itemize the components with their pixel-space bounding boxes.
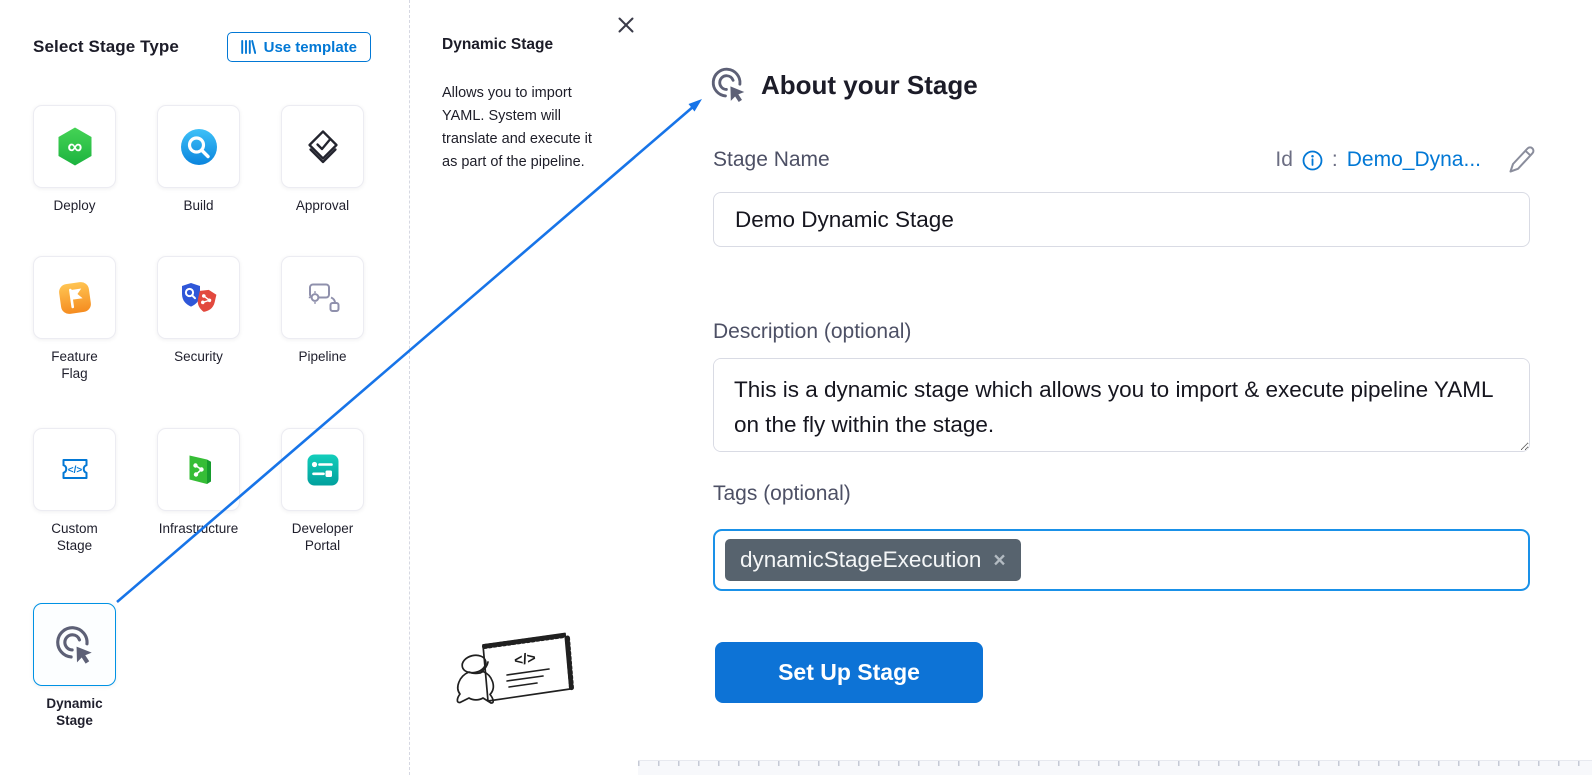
dynamic-stage-icon — [52, 622, 98, 668]
stage-tile-label: Dynamic Stage — [40, 695, 110, 729]
stage-tile-approval[interactable]: Approval — [281, 105, 364, 214]
svg-text:</>: </> — [513, 650, 537, 670]
description-textarea[interactable]: This is a dynamic stage which allows you… — [713, 358, 1530, 452]
custom-stage-icon: </> — [53, 448, 97, 492]
stage-tile-dynamic-stage[interactable]: Dynamic Stage — [33, 603, 116, 729]
stage-name-input[interactable] — [713, 192, 1530, 247]
tag-chip-label: dynamicStageExecution — [740, 547, 981, 573]
help-panel-description: Allows you to import YAML. System will t… — [442, 82, 602, 174]
pencil-icon — [1506, 144, 1536, 176]
tag-chip: dynamicStageExecution × — [725, 539, 1021, 581]
infrastructure-icon — [177, 448, 221, 492]
tags-input[interactable]: dynamicStageExecution × — [713, 529, 1530, 591]
panel-title: Select Stage Type — [33, 37, 179, 57]
stage-tile-label: Security — [134, 348, 264, 365]
remove-tag-icon[interactable]: × — [993, 550, 1005, 571]
close-icon[interactable] — [616, 16, 636, 36]
stage-tile-label: Feature Flag — [40, 348, 110, 382]
presenter-illustration: </> — [447, 630, 597, 735]
stage-row-1: ∞ Deploy Build — [33, 105, 364, 214]
stage-name-label: Stage Name — [713, 148, 830, 172]
stage-tile-developer-portal[interactable]: Developer Portal — [281, 428, 364, 554]
pipeline-icon — [301, 276, 345, 320]
use-template-label: Use template — [264, 39, 357, 56]
info-icon[interactable] — [1302, 150, 1323, 171]
svg-text:∞: ∞ — [67, 135, 82, 158]
developer-portal-icon — [301, 448, 345, 492]
stage-tile-label: Approval — [258, 197, 388, 214]
id-separator: : — [1332, 148, 1338, 172]
about-stage-panel: About your Stage Stage Name Id : Demo_Dy… — [640, 0, 1592, 775]
svg-text:</>: </> — [67, 464, 82, 475]
tags-label: Tags (optional) — [713, 482, 851, 506]
about-heading-title: About your Stage — [761, 70, 978, 101]
stage-tile-label: Custom Stage — [40, 520, 110, 554]
template-library-icon — [241, 40, 256, 54]
help-panel-title: Dynamic Stage — [442, 36, 553, 54]
stage-type-header: Select Stage Type Use template — [33, 32, 371, 62]
stage-type-panel: Select Stage Type Use template ∞ — [0, 0, 410, 775]
stage-tile-label: Deploy — [10, 197, 140, 214]
stage-tile-label: Developer Portal — [288, 520, 358, 554]
dynamic-stage-icon — [708, 64, 750, 106]
about-heading: About your Stage — [708, 64, 978, 106]
stage-name-row: Stage Name Id : Demo_Dyna... — [713, 144, 1536, 176]
stage-id-group: Id : Demo_Dyna... — [1275, 144, 1536, 176]
whiteboard-sketch-icon: </> — [447, 630, 597, 730]
stage-row-4: Dynamic Stage — [33, 603, 116, 729]
edit-id-button[interactable] — [1506, 144, 1536, 176]
stage-tile-label: Build — [134, 197, 264, 214]
stage-tile-security[interactable]: Security — [157, 256, 240, 382]
stage-tile-custom-stage[interactable]: </> Custom Stage — [33, 428, 116, 554]
build-icon — [177, 125, 221, 169]
stage-tile-deploy[interactable]: ∞ Deploy — [33, 105, 116, 214]
set-up-stage-button[interactable]: Set Up Stage — [715, 642, 983, 703]
use-template-button[interactable]: Use template — [227, 32, 371, 62]
approval-icon — [301, 125, 345, 169]
stage-help-panel: Dynamic Stage Allows you to import YAML.… — [411, 0, 640, 775]
stage-tile-feature-flag[interactable]: Feature Flag — [33, 256, 116, 382]
stage-setup-screen: Select Stage Type Use template ∞ — [0, 0, 1592, 775]
stage-row-2: Feature Flag Security — [33, 256, 364, 382]
deploy-icon: ∞ — [53, 125, 97, 169]
stage-tile-label: Infrastructure — [134, 520, 264, 537]
stage-tile-pipeline[interactable]: Pipeline — [281, 256, 364, 382]
id-label: Id — [1275, 148, 1293, 172]
security-icon — [177, 276, 221, 320]
description-label: Description (optional) — [713, 320, 911, 344]
stage-tile-label: Pipeline — [258, 348, 388, 365]
pipeline-canvas-edge — [638, 760, 1592, 775]
stage-row-3: </> Custom Stage Infrastructure — [33, 428, 364, 554]
id-value[interactable]: Demo_Dyna... — [1347, 148, 1481, 172]
stage-tile-infrastructure[interactable]: Infrastructure — [157, 428, 240, 554]
stage-tile-build[interactable]: Build — [157, 105, 240, 214]
feature-flag-icon — [53, 276, 97, 320]
